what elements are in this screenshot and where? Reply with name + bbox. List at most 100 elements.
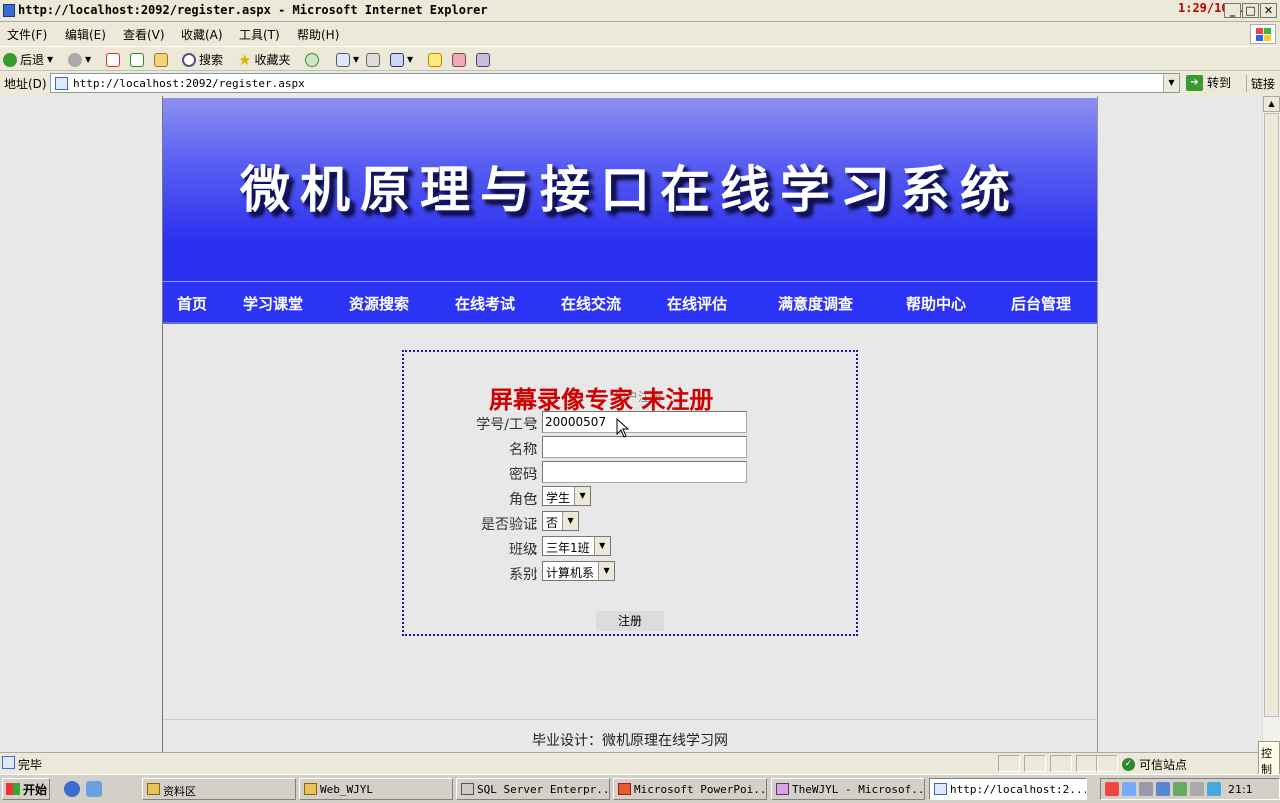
- task-label: Web_WJYL: [320, 783, 373, 796]
- discuss-button[interactable]: [428, 51, 442, 68]
- maximize-button[interactable]: □: [1242, 3, 1259, 18]
- row-department: 系别 ： 计算机系 ▼: [404, 561, 860, 583]
- class-select[interactable]: 三年1班 ▼: [542, 536, 611, 556]
- security-zone: ✓ 可信站点: [1122, 756, 1187, 773]
- task-button[interactable]: 资料区: [142, 778, 296, 800]
- home-icon: [154, 52, 168, 67]
- nav-satisfaction-survey[interactable]: 满意度调查: [778, 293, 853, 314]
- name-input[interactable]: [542, 436, 747, 458]
- menu-favorites[interactable]: 收藏(A): [181, 26, 223, 43]
- row-verify: 是否验证 ： 否 ▼: [404, 511, 860, 533]
- status-text: 完毕: [18, 758, 43, 772]
- scroll-up-icon[interactable]: ▲: [1263, 96, 1280, 112]
- mail-icon: [336, 52, 350, 67]
- stop-button[interactable]: [106, 51, 120, 68]
- browser-viewport: 微机原理与接口在线学习系统 首页 学习课堂 资源搜索 在线考试 在线交流 在线评…: [0, 96, 1262, 752]
- nav-online-discussion[interactable]: 在线交流: [561, 293, 621, 314]
- minimize-button[interactable]: _: [1224, 3, 1241, 18]
- sql-server-icon: [461, 783, 474, 795]
- task-button[interactable]: SQL Server Enterpr...: [456, 778, 610, 800]
- task-button[interactable]: Microsoft PowerPoi...: [613, 778, 767, 800]
- recorder-tray-icon[interactable]: [1105, 782, 1119, 796]
- menu-edit[interactable]: 编辑(E): [65, 26, 106, 43]
- nav-online-evaluation[interactable]: 在线评估: [667, 293, 727, 314]
- star-icon: ★: [238, 50, 252, 69]
- password-input[interactable]: [542, 461, 747, 483]
- verify-label: 是否验证: [481, 517, 537, 533]
- print-button[interactable]: [366, 51, 380, 68]
- clock: 21:1: [1228, 782, 1253, 796]
- network-tray-icon[interactable]: [1122, 782, 1136, 796]
- desktop-quicklaunch-icon[interactable]: [86, 781, 102, 797]
- chevron-down-icon: ▼: [593, 537, 610, 555]
- nav-online-exam[interactable]: 在线考试: [455, 293, 515, 314]
- task-button[interactable]: Web_WJYL: [299, 778, 453, 800]
- device-tray-icon[interactable]: [1190, 782, 1204, 796]
- menu-view[interactable]: 查看(V): [123, 26, 165, 43]
- forward-button[interactable]: ▼: [68, 51, 91, 68]
- address-bar: 地址(D) http://localhost:2092/register.asp…: [0, 71, 1280, 95]
- window-title: http://localhost:2092/register.aspx - Mi…: [18, 3, 488, 17]
- edit-button[interactable]: ▼: [390, 51, 413, 68]
- menu-bar: 文件(F) 编辑(E) 查看(V) 收藏(A) 工具(T) 帮助(H): [0, 22, 1280, 46]
- go-arrow-icon: ➔: [1186, 74, 1203, 91]
- search-label: 搜索: [199, 53, 224, 67]
- favorites-button[interactable]: ★ 收藏夹: [238, 50, 290, 69]
- mail-button[interactable]: ▼: [336, 51, 359, 68]
- register-button[interactable]: 注册: [596, 611, 664, 631]
- vertical-scrollbar[interactable]: ▲: [1262, 96, 1280, 752]
- page-done-icon: [2, 756, 15, 769]
- history-icon: [305, 52, 319, 67]
- chevron-down-icon: ▼: [562, 512, 579, 530]
- nav-resource-search[interactable]: 资源搜索: [349, 293, 409, 314]
- task-button[interactable]: TheWJYL - Microsof...: [771, 778, 925, 800]
- messenger-tray-icon[interactable]: [1207, 782, 1221, 796]
- ie-quicklaunch-icon[interactable]: [64, 781, 80, 797]
- nav-help-center[interactable]: 帮助中心: [906, 293, 966, 314]
- menu-file[interactable]: 文件(F): [7, 26, 47, 43]
- address-input[interactable]: http://localhost:2092/register.aspx ▼: [50, 73, 1180, 93]
- stop-icon: [106, 52, 120, 67]
- student-id-input[interactable]: [542, 411, 747, 433]
- role-select[interactable]: 学生 ▼: [542, 486, 592, 506]
- site-banner: 微机原理与接口在线学习系统: [163, 98, 1097, 281]
- department-value: 计算机系: [546, 566, 595, 580]
- footer-text: 毕业设计：微机原理在线学习网: [532, 733, 728, 749]
- service-tray-icon[interactable]: [1173, 782, 1187, 796]
- task-label: http://localhost:2...: [950, 783, 1087, 796]
- department-select[interactable]: 计算机系 ▼: [542, 561, 616, 581]
- mouse-cursor-icon: [616, 418, 630, 438]
- links-button[interactable]: 链接: [1246, 75, 1275, 92]
- search-button[interactable]: 搜索: [182, 51, 223, 68]
- home-button[interactable]: [154, 51, 168, 68]
- menu-help[interactable]: 帮助(H): [297, 26, 339, 43]
- address-dropdown-icon[interactable]: ▼: [1163, 74, 1179, 92]
- history-button[interactable]: [305, 51, 319, 68]
- go-button[interactable]: ➔ 转到: [1186, 74, 1231, 91]
- nav-home[interactable]: 首页: [177, 293, 207, 314]
- status-cell: [1024, 755, 1046, 772]
- row-password: 密码 ：: [404, 461, 860, 483]
- menu-tools[interactable]: 工具(T): [239, 26, 280, 43]
- ie-page-icon: [3, 4, 15, 17]
- edit-icon: [390, 52, 404, 67]
- close-button[interactable]: ✕: [1260, 3, 1277, 18]
- nav-classroom[interactable]: 学习课堂: [243, 293, 303, 314]
- windows-logo-icon: [1250, 24, 1276, 44]
- research-button[interactable]: [476, 51, 490, 68]
- monitor-tray-icon[interactable]: [1156, 782, 1170, 796]
- forward-arrow-icon: [68, 52, 82, 67]
- task-button-active[interactable]: http://localhost:2...: [929, 778, 1087, 800]
- ie-icon: [934, 783, 947, 795]
- verify-select[interactable]: 否 ▼: [542, 511, 580, 531]
- messenger-button[interactable]: [452, 51, 466, 68]
- banner-title: 微机原理与接口在线学习系统: [240, 160, 1020, 219]
- back-button[interactable]: 后退 ▼: [3, 51, 53, 68]
- nav-admin[interactable]: 后台管理: [1011, 293, 1071, 314]
- start-button[interactable]: 开始: [2, 778, 50, 800]
- address-label: 地址(D): [4, 77, 47, 91]
- scroll-thumb[interactable]: [1264, 113, 1279, 717]
- refresh-button[interactable]: [130, 51, 144, 68]
- sql-tray-icon[interactable]: [1139, 782, 1153, 796]
- student-id-label: 学号/工号: [476, 417, 537, 433]
